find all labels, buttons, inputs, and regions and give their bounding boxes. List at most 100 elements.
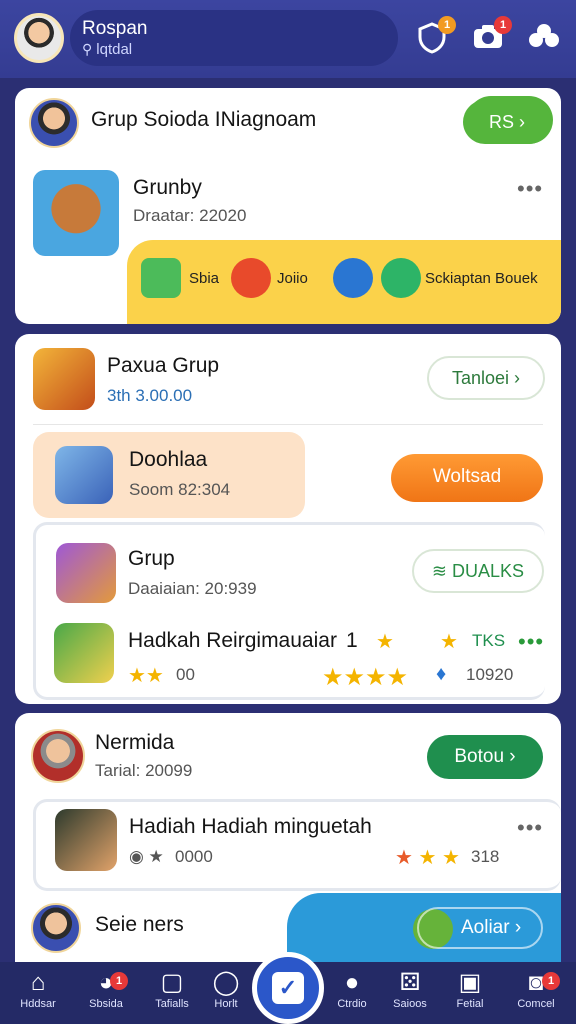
item-meta: 0000 (175, 847, 213, 866)
camera-icon[interactable]: 1 (470, 16, 512, 56)
star-icon: ★★ (128, 665, 164, 687)
bear-thumbnail (56, 543, 116, 603)
row2-meta: Daaiaian: 20:939 (128, 579, 257, 598)
nav-label: Comcel (517, 998, 555, 1010)
check-box-icon: ✓ (272, 972, 304, 1004)
shield-badge: 1 (438, 16, 456, 34)
item-title: Hadiah Hadiah minguetah (129, 815, 372, 838)
nav-label: Saioos (393, 998, 427, 1010)
item-title: Grunby (133, 176, 202, 199)
robot-icon[interactable] (141, 258, 181, 298)
inner-group-box: Grup Daaiaian: 20:939 ≋ DUALKS Hadkah Re… (33, 522, 545, 700)
strip-label-c: Sckiaptan Bouek (425, 270, 538, 287)
strip-label-a: Sbia (189, 270, 220, 287)
wallet-icon: ▣ (458, 969, 482, 996)
nav-label: Hddsar (20, 998, 56, 1010)
nav-label: Sbsida (89, 998, 123, 1010)
nav-comcel[interactable]: ◙ 1 Comcel (506, 968, 566, 1024)
trophy-icon: ♦ (436, 663, 447, 685)
more-options-icon[interactable]: ••• (517, 815, 543, 841)
row1-meta: Soom 82:304 (129, 480, 231, 499)
person-icon: ● (344, 969, 360, 996)
group-meta: 3th 3.00.00 (107, 386, 193, 405)
more-options-icon[interactable]: ••• (518, 629, 544, 655)
nav-ctrdio[interactable]: ● Ctrdio (322, 968, 382, 1024)
rs-button[interactable]: RS › (463, 100, 551, 144)
bualks-button[interactable]: ≋ DUALKS (412, 549, 544, 593)
group-title: Nermida (95, 731, 175, 754)
top-app-bar: Rospan ⚲ lqtdal 1 1 (0, 0, 576, 78)
group-card-2[interactable]: Paxua Grup 3th 3.00.00 Tanloei › Doohlaa… (15, 334, 561, 704)
nav-label: Horlt (214, 998, 238, 1010)
group-card-1[interactable]: Grup Soioda INiagnoam RS › Grunby Draata… (15, 88, 561, 324)
action-strip: Sbia Joiio Sckiaptan Bouek (127, 240, 561, 324)
nav-label: Fetial (456, 998, 484, 1010)
group-title: Grup Soioda INiagnoam (91, 108, 317, 131)
pair-avatar (55, 446, 113, 504)
nav-label: Ctrdio (337, 998, 367, 1010)
profile-name: Rospan (82, 18, 148, 39)
aoliar-button-label: Aoliar (461, 917, 510, 938)
groups-icon[interactable] (526, 22, 562, 56)
nav-sbsida[interactable]: ◕ 1 Sbsida (76, 968, 136, 1024)
search-icon: ⚲ (82, 41, 93, 57)
nav-badge: 1 (110, 972, 128, 990)
more-options-icon[interactable]: ••• (517, 176, 543, 202)
nav-tafialls[interactable]: ▢ Tafialls (142, 968, 202, 1024)
coin-icon: ★ (376, 631, 394, 653)
highlight-row[interactable]: Doohlaa Soom 82:304 (33, 432, 305, 518)
chat-icon[interactable] (381, 258, 421, 298)
profile-subtitle-text: lqtdal (96, 41, 133, 58)
group-avatar (29, 98, 79, 148)
item-meta: Draatar: 22020 (133, 206, 247, 225)
profile-pill[interactable]: Rospan ⚲ lqtdal (70, 10, 398, 66)
group-meta: Tarial: 20099 (95, 761, 193, 780)
nav-fetial[interactable]: ▣ Fetial (440, 968, 500, 1024)
rating-stars: ★★★★ (322, 664, 409, 691)
item-score: 318 (471, 847, 500, 866)
tanloei-button[interactable]: Tanloei › (427, 356, 545, 400)
group-title: Paxua Grup (107, 354, 220, 377)
group-thumbnail (33, 348, 95, 410)
document-icon: ▢ (160, 969, 184, 996)
row3-title: Hadkah Reirgimauaiar (128, 629, 337, 652)
camera-badge: 1 (494, 16, 512, 34)
pin-icon: ◯ (212, 969, 240, 996)
nav-saioos[interactable]: ⚄ Saioos (380, 968, 440, 1024)
row3-count: 10920 (466, 665, 514, 684)
star-icon: ★ (440, 631, 458, 653)
item-icons: ◉ ★ (129, 847, 164, 866)
row1-title: Doohlaa (129, 448, 208, 471)
profile-subtitle: ⚲ lqtdal (82, 41, 132, 58)
chest-thumbnail (54, 623, 114, 683)
row3-tag: 1 (346, 629, 358, 652)
owner-avatar (31, 729, 85, 783)
woltsad-button[interactable]: Woltsad (391, 454, 543, 502)
nav-horlt[interactable]: ◯ Horlt (196, 968, 256, 1024)
center-action-button[interactable]: ✓ (252, 952, 324, 1024)
nav-home[interactable]: ⌂ Hddsar (8, 968, 68, 1024)
location-icon[interactable] (231, 258, 271, 298)
bualks-button-label: DUALKS (452, 561, 525, 581)
botou-button-label: Botou (454, 746, 505, 767)
botou-button[interactable]: Botou › (427, 735, 543, 779)
promo-panel: Aoliar › (287, 893, 561, 962)
phone-icon[interactable] (333, 258, 373, 298)
rating-stars: ★ ★ ★ (395, 847, 460, 869)
nav-label: Tafialls (155, 998, 189, 1010)
row3-score: 00 (176, 665, 195, 684)
nav-badge: 1 (542, 972, 560, 990)
item-thumbnail (55, 809, 117, 871)
tanloei-button-label: Tanloei (451, 368, 510, 388)
shield-icon[interactable]: 1 (414, 16, 456, 56)
bualks-icon: ≋ (431, 561, 448, 581)
user-avatar[interactable] (14, 13, 64, 63)
home-icon: ⌂ (30, 969, 46, 996)
game-thumbnail (33, 170, 119, 256)
strip-label-b: Joiio (277, 270, 308, 287)
aoliar-button[interactable]: Aoliar › (417, 907, 543, 949)
rs-button-label: RS (488, 112, 514, 132)
row3-mini: TKS (472, 631, 506, 650)
group-card-3[interactable]: Nermida Tarial: 20099 Botou › Hadiah Had… (15, 713, 561, 962)
member-avatar (31, 903, 81, 953)
